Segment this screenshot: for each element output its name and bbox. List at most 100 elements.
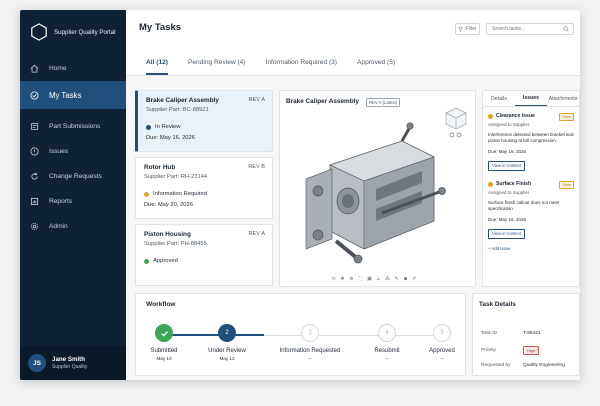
annotate-icon[interactable]: ✐ xyxy=(411,275,418,282)
issue-due-date: Due: May 16, 2026 xyxy=(488,217,527,223)
tab-information-required[interactable]: Information Required (3) xyxy=(266,59,337,75)
issue-item: Surface Finish Open Assigned to Supplier… xyxy=(483,172,579,240)
add-issue-link[interactable]: + Add Issue xyxy=(483,240,579,257)
workflow-step-under-review: 2 Under Review May 12 xyxy=(187,324,267,361)
issue-status-badge: Open xyxy=(559,113,574,121)
refresh-icon xyxy=(31,172,38,180)
sidebar-item-home[interactable]: Home xyxy=(20,56,126,80)
task-part-number: Supplier Part: RH-23144 xyxy=(144,174,208,180)
user-role: Supplier Quality xyxy=(52,364,88,370)
sidebar-item-label: Admin xyxy=(49,222,68,230)
tab-issues[interactable]: Issues xyxy=(515,91,547,106)
workflow-step-marker: 5 xyxy=(433,324,451,342)
model-viewer[interactable]: Brake Caliper Assembly REV A (Latest) ⟲ … xyxy=(279,90,476,287)
measure-icon[interactable]: ⟂ xyxy=(375,275,382,282)
search-input[interactable] xyxy=(486,23,574,35)
view-in-context-button[interactable]: View in Context xyxy=(488,228,526,239)
task-status: Approved xyxy=(144,258,264,264)
workflow-step-marker xyxy=(155,324,173,342)
workflow-step-approved: 5 Approved – xyxy=(402,324,482,361)
workflow-panel: Workflow Submitted May 10 2 Under Review… xyxy=(135,293,466,376)
task-details-title: Task Details xyxy=(479,301,516,308)
task-status-label: In Review xyxy=(155,124,181,130)
issue-description: Surface finish callout does not meet spe… xyxy=(488,200,560,212)
sidebar-item-admin[interactable]: Admin xyxy=(20,214,126,238)
task-name: Piston Housing xyxy=(144,231,191,238)
tab-attachments[interactable]: Attachments xyxy=(547,91,579,106)
issue-title: Clearance Issue xyxy=(496,113,535,119)
folder-icon xyxy=(30,122,39,130)
section-icon[interactable]: ▣ xyxy=(366,275,373,282)
user-profile[interactable]: JS Jane Smith Supplier Quality xyxy=(20,346,126,380)
tab-pending-review[interactable]: Pending Review (4) xyxy=(188,59,246,75)
issues-panel: Details Issues Attachments Clearance Iss… xyxy=(482,90,580,287)
zoom-icon[interactable]: ⊕ xyxy=(348,275,355,282)
task-status: Information Required xyxy=(144,191,264,197)
tab-approved[interactable]: Approved (5) xyxy=(357,59,395,75)
task-name: Rotor Hub xyxy=(144,164,176,171)
issue-panel-tabs: Details Issues Attachments xyxy=(483,91,579,107)
hexagon-logo-icon xyxy=(31,23,47,41)
filter-label: Filter xyxy=(465,26,477,32)
sidebar-item-label: Issues xyxy=(49,147,69,155)
task-card[interactable]: Piston Housing REV A Supplier Part: PH-8… xyxy=(135,224,273,286)
user-info: Jane Smith Supplier Quality xyxy=(52,356,87,370)
workflow-step-marker: 3 xyxy=(301,324,319,342)
sidebar-item-change-requests[interactable]: Change Requests xyxy=(20,164,126,188)
requested-by-label: Requested by xyxy=(481,363,511,368)
workflow-step-label: Under Review xyxy=(208,348,246,354)
workflow-step-date: – xyxy=(440,356,444,361)
home-icon xyxy=(30,64,39,73)
tab-all[interactable]: All (12) xyxy=(146,59,168,75)
view-in-context-button[interactable]: View in Context xyxy=(488,160,526,171)
sidebar-item-label: Change Requests xyxy=(49,172,102,180)
task-id-label: Task ID xyxy=(481,331,497,336)
workflow-step-information-requested: 3 Information Requested – xyxy=(270,324,350,361)
task-part-number: Supplier Part: PH-88455 xyxy=(144,241,207,247)
task-revision: REV A xyxy=(248,97,265,103)
task-revision: REV A xyxy=(248,231,265,237)
task-id-value: T-88421 xyxy=(523,331,541,336)
tab-details[interactable]: Details xyxy=(483,91,515,106)
task-part-number: Supplier Part: BC-88921 xyxy=(146,107,209,113)
brand: Supplier Quality Portal xyxy=(20,10,126,54)
sidebar-item-label: Reports xyxy=(49,197,73,205)
report-icon xyxy=(30,197,39,205)
pan-icon[interactable]: ✥ xyxy=(339,275,346,282)
issue-status-dot xyxy=(488,113,493,119)
sidebar-item-reports[interactable]: Reports xyxy=(20,189,126,213)
task-status-label: Approved xyxy=(153,258,178,264)
fit-icon[interactable]: ⛶ xyxy=(357,275,364,282)
sidebar-item-issues[interactable]: Issues xyxy=(20,139,126,163)
alert-circle-icon xyxy=(30,146,39,156)
task-status: In Review xyxy=(146,124,264,130)
task-card[interactable]: Rotor Hub REV B Supplier Part: RH-23144 … xyxy=(135,157,273,219)
workflow-step-marker: 2 xyxy=(218,324,236,342)
task-revision: REV B xyxy=(248,164,265,170)
checkmark-icon xyxy=(160,330,168,337)
issue-description: Interference detected between bracket an… xyxy=(488,132,574,144)
status-dot xyxy=(144,258,149,264)
revision-badge: REV A (Latest) xyxy=(366,98,401,107)
task-card[interactable]: Brake Caliper Assembly REV A Supplier Pa… xyxy=(135,90,273,152)
explode-icon[interactable]: ⁂ xyxy=(384,275,391,282)
issue-status-badge: Open xyxy=(559,181,574,190)
issue-due-date: Due: May 16, 2026 xyxy=(488,149,527,155)
sidebar-item-part-submissions[interactable]: Part Submissions xyxy=(20,114,126,138)
sidebar-item-my-tasks[interactable]: My Tasks xyxy=(20,81,126,109)
viewer-toolbar: ⟲ ✥ ⊕ ⛶ ▣ ⟂ ⁂ ✎ ◙ ✐ xyxy=(330,275,418,282)
sidebar-item-label: Part Submissions xyxy=(49,122,101,130)
brand-title: Supplier Quality Portal xyxy=(54,28,116,36)
task-name: Brake Caliper Assembly xyxy=(146,97,219,104)
user-name: Jane Smith xyxy=(52,356,86,363)
gear-icon xyxy=(30,222,39,230)
task-status-label: Information Required xyxy=(153,191,208,197)
markup-icon[interactable]: ✎ xyxy=(393,275,400,282)
rotate-icon[interactable]: ⟲ xyxy=(330,275,337,282)
main-content: My Tasks Filter All (12) Pending Review … xyxy=(126,10,580,380)
workflow-title: Workflow xyxy=(146,301,176,308)
filter-button[interactable]: Filter xyxy=(455,23,480,35)
header: My Tasks Filter xyxy=(126,10,580,44)
camera-icon[interactable]: ◙ xyxy=(402,275,409,282)
issue-status-dot xyxy=(488,181,493,187)
